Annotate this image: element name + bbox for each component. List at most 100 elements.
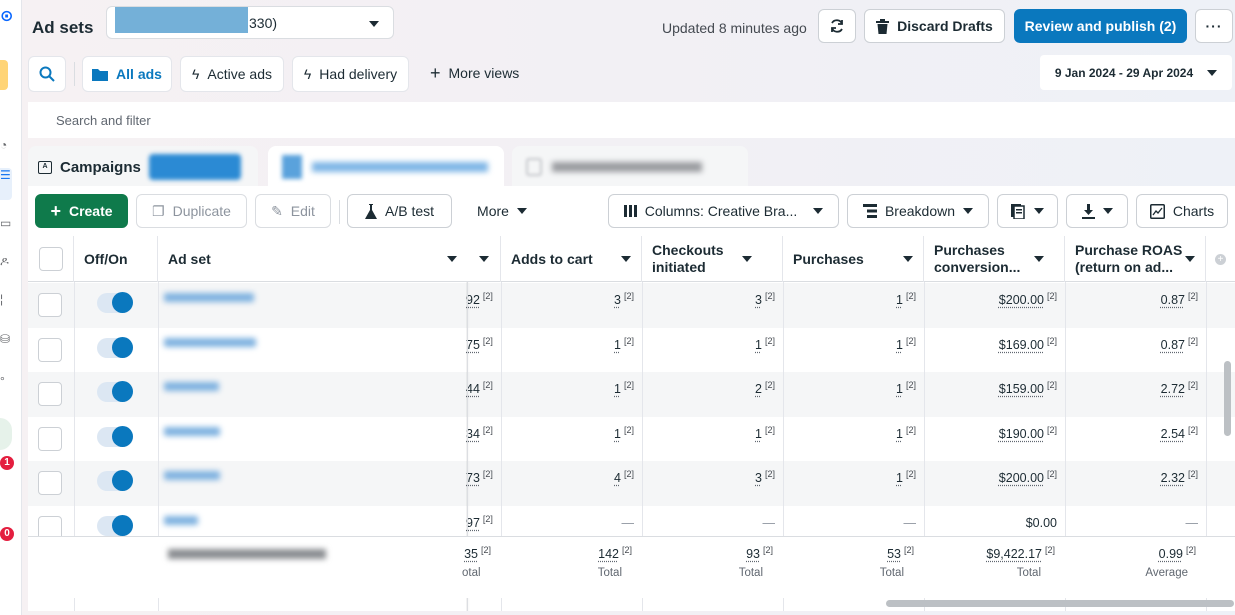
- row-checkbox[interactable]: [38, 293, 62, 317]
- cell-value: 3: [755, 471, 762, 485]
- delivery-toggle[interactable]: [97, 336, 133, 358]
- view-had-delivery[interactable]: ϟ Had delivery: [292, 56, 409, 92]
- row-checkbox[interactable]: [38, 471, 62, 495]
- ad-set-name-link-blurred[interactable]: [164, 471, 220, 480]
- header-purchases-conversion-value[interactable]: Purchases conversion...: [924, 236, 1065, 282]
- discard-drafts-button[interactable]: Discard Drafts: [864, 9, 1005, 43]
- cell-value: 1: [896, 337, 903, 352]
- settings-icon[interactable]: °: [0, 374, 14, 388]
- sort-caret-icon[interactable]: [621, 256, 631, 262]
- chevron-down-icon: [1102, 208, 1113, 214]
- tab-campaigns[interactable]: A Campaigns: [28, 146, 258, 188]
- account-avatar[interactable]: [0, 60, 8, 90]
- cell-adds-to-cart: 1 [2]: [501, 328, 642, 373]
- header-purchases[interactable]: Purchases: [783, 236, 924, 282]
- ad-set-name-link-blurred[interactable]: [164, 293, 254, 302]
- horizontal-scrollbar[interactable]: [886, 600, 1234, 607]
- cell-value: 1: [755, 337, 762, 352]
- overview-icon[interactable]: ◔: [0, 138, 14, 152]
- search-button[interactable]: [28, 56, 66, 92]
- refresh-button[interactable]: [818, 9, 856, 43]
- selected-campaigns-chip[interactable]: [148, 154, 241, 180]
- row-checkbox[interactable]: [38, 382, 62, 406]
- charts-button[interactable]: Charts: [1136, 194, 1228, 228]
- more-options-button[interactable]: ···: [1195, 9, 1233, 43]
- meta-logo-icon[interactable]: ⊙: [0, 9, 14, 25]
- date-range-picker[interactable]: 9 Jan 2024 - 29 Apr 2024: [1040, 55, 1232, 90]
- plus-icon: +: [430, 63, 441, 83]
- review-and-publish-button[interactable]: Review and publish (2): [1014, 9, 1187, 43]
- row-checkbox[interactable]: [38, 426, 62, 451]
- header-checkouts-initiated[interactable]: Checkouts initiated: [642, 236, 783, 282]
- reports-button[interactable]: [997, 194, 1058, 228]
- sort-caret-icon[interactable]: [903, 256, 913, 262]
- breakdown-label: Breakdown: [884, 203, 956, 219]
- alerts-badge[interactable]: 0: [0, 527, 14, 541]
- summary-value: 0.99: [1158, 547, 1183, 562]
- table-row[interactable]: 92 [2] 3 [2] 3 [2] 1 [2] $200.00 [2] 0.87 [2]: [28, 283, 1235, 328]
- header-hidden-column[interactable]: [467, 236, 501, 282]
- notification-badge[interactable]: 1: [0, 456, 14, 470]
- edit-button[interactable]: ✎ Edit: [255, 194, 331, 228]
- ad-set-name-link-blurred[interactable]: [164, 426, 220, 436]
- footnote-marker: [2]: [623, 424, 634, 435]
- pages-icon[interactable]: ▭: [0, 216, 14, 230]
- sort-caret-icon[interactable]: [479, 256, 489, 262]
- cell-adds-to-cart: 4 [2]: [501, 461, 642, 506]
- export-button[interactable]: [1066, 194, 1128, 228]
- search-icon: [39, 66, 55, 82]
- delivery-toggle[interactable]: [97, 514, 133, 536]
- cell-conversion-value: $190.00 [2]: [924, 417, 1065, 462]
- more-views-button[interactable]: + More views: [430, 63, 519, 83]
- delivery-toggle[interactable]: [97, 292, 133, 313]
- cell-partial: 92 [2]: [440, 283, 501, 328]
- sort-caret-icon[interactable]: [447, 256, 457, 262]
- header-purchase-roas[interactable]: Purchase ROAS (return on ad...: [1065, 236, 1206, 282]
- header-ad-set[interactable]: Ad set: [158, 236, 467, 282]
- audiences-icon[interactable]: ዶ: [0, 254, 14, 268]
- view-all-ads[interactable]: All ads: [82, 56, 172, 92]
- account-selector[interactable]: 330): [106, 6, 394, 39]
- table-row[interactable]: 75 [2] 1 [2] 1 [2] 1 [2] $169.00 [2] 0.87 [2]: [28, 328, 1235, 373]
- tab-ad-sets[interactable]: [268, 146, 504, 188]
- pencil-icon: ✎: [271, 202, 283, 219]
- row-checkbox[interactable]: [38, 337, 62, 362]
- cell-partial: 73 [2]: [440, 461, 501, 506]
- ab-test-button[interactable]: A/B test: [347, 194, 452, 228]
- ad-set-name-link-blurred[interactable]: [164, 337, 256, 347]
- cell-checkouts: 1 [2]: [642, 328, 783, 373]
- shortcut-tile[interactable]: [0, 418, 12, 450]
- view-active-ads[interactable]: ϟ Active ads: [180, 56, 284, 92]
- columns-button[interactable]: Columns: Creative Bra...: [608, 194, 839, 228]
- vertical-scrollbar[interactable]: [1224, 361, 1231, 436]
- cell-roas: 0.87 [2]: [1065, 283, 1206, 328]
- tab-ads[interactable]: [512, 146, 748, 188]
- create-button[interactable]: + Create: [35, 194, 128, 228]
- events-icon[interactable]: ⛁: [0, 332, 14, 346]
- billing-icon[interactable]: ¦: [0, 292, 14, 306]
- duplicate-button[interactable]: ❐ Duplicate: [136, 194, 247, 228]
- summary-row: 35 [2] otal 142 [2] Total 93 [2] Total 53 [2…: [28, 536, 1235, 598]
- delivery-toggle[interactable]: [97, 425, 133, 447]
- table-row[interactable]: 34 [2] 1 [2] 1 [2] 1 [2] $190.00 [2] 2.54 [2]: [28, 417, 1235, 462]
- ad-set-name-link-blurred[interactable]: [164, 382, 219, 391]
- ads-manager-icon[interactable]: ☰: [0, 168, 12, 200]
- select-all-checkbox[interactable]: [38, 247, 63, 271]
- header-adds-to-cart[interactable]: Adds to cart: [501, 236, 642, 282]
- sort-caret-icon[interactable]: [1185, 256, 1195, 262]
- table-row[interactable]: 44 [2] 1 [2] 2 [2] 1 [2] $159.00 [2] 2.72 [2]: [28, 372, 1235, 417]
- sort-caret-icon[interactable]: [1034, 256, 1044, 262]
- delivery-toggle[interactable]: [97, 381, 133, 402]
- ad-set-name-link-blurred[interactable]: [164, 515, 198, 525]
- delivery-toggle[interactable]: [97, 470, 133, 491]
- search-and-filter-input[interactable]: [28, 102, 1235, 138]
- cell-checkouts: 1 [2]: [642, 417, 783, 462]
- breakdown-button[interactable]: Breakdown: [847, 194, 989, 228]
- cell-value: $200.00: [998, 293, 1044, 307]
- ellipsis-icon: ···: [1205, 18, 1223, 34]
- more-actions-button[interactable]: More: [462, 194, 542, 228]
- add-column-icon[interactable]: +: [1215, 254, 1226, 265]
- sort-caret-icon[interactable]: [742, 256, 752, 262]
- table-row[interactable]: 73 [2] 4 [2] 3 [2] 1 [2] $200.00 [2] 2.32 [2]: [28, 461, 1235, 506]
- campaign-folder-icon: A: [38, 160, 52, 174]
